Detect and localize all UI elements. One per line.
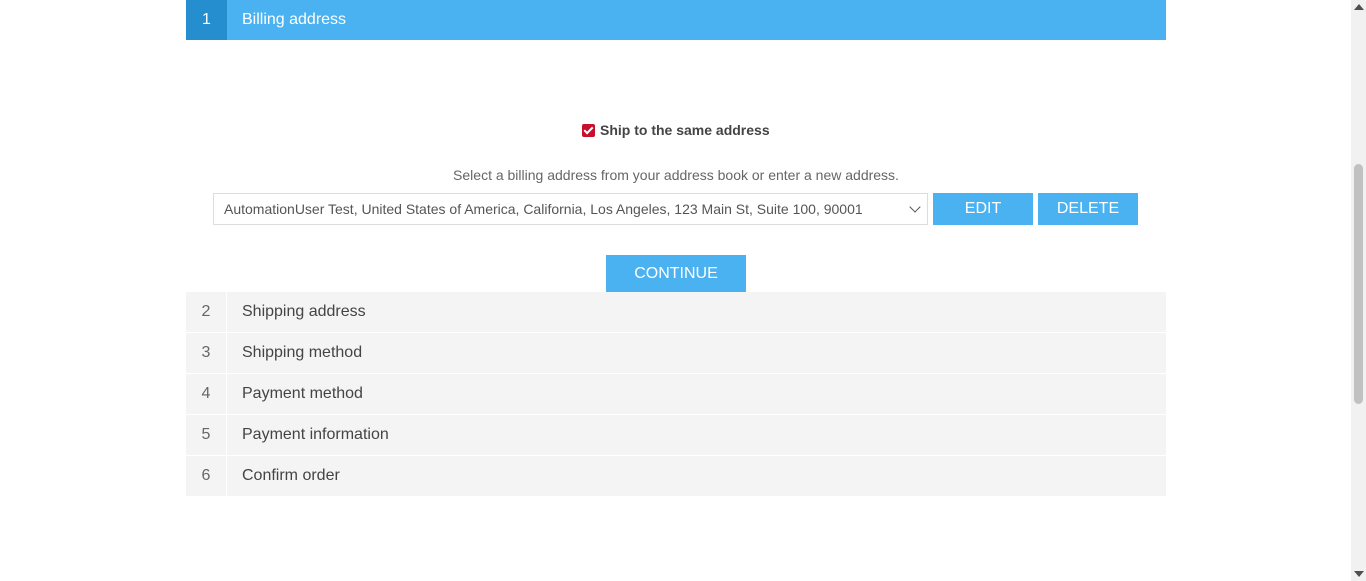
step-title: Confirm order [242, 467, 340, 484]
step-payment-method-header[interactable]: 4 Payment method [186, 374, 1166, 415]
billing-address-panel: Ship to the same address Select a billin… [186, 40, 1166, 292]
step-payment-information-header[interactable]: 5 Payment information [186, 415, 1166, 456]
step-number: 2 [186, 292, 227, 332]
scroll-down-arrow-icon[interactable] [1354, 571, 1364, 577]
step-title: Billing address [242, 11, 347, 28]
scrollbar-thumb[interactable] [1354, 164, 1363, 404]
step-title: Shipping method [242, 344, 363, 361]
edit-address-button[interactable]: EDIT [933, 193, 1033, 225]
vertical-scrollbar[interactable] [1351, 0, 1366, 581]
step-shipping-method-header[interactable]: 3 Shipping method [186, 333, 1166, 374]
scroll-up-arrow-icon[interactable] [1354, 4, 1364, 10]
step-title: Payment information [242, 426, 389, 443]
step-number: 4 [186, 374, 227, 414]
step-number: 5 [186, 415, 227, 455]
checkout-steps: 1 Billing address Ship to the same addre… [186, 0, 1166, 497]
step-number: 3 [186, 333, 227, 373]
chevron-down-icon [909, 201, 921, 213]
billing-address-select[interactable]: AutomationUser Test, United States of Am… [213, 193, 928, 225]
continue-button[interactable]: CONTINUE [606, 255, 746, 292]
step-title: Shipping address [242, 303, 366, 320]
step-confirm-order-header[interactable]: 6 Confirm order [186, 456, 1166, 497]
delete-address-button[interactable]: DELETE [1038, 193, 1138, 225]
step-number: 6 [186, 456, 227, 496]
step-shipping-address-header[interactable]: 2 Shipping address [186, 292, 1166, 333]
step-title: Payment method [242, 385, 363, 402]
ship-same-address-option[interactable]: Ship to the same address [582, 122, 770, 138]
ship-same-address-checkbox[interactable] [582, 123, 595, 137]
remaining-steps: 2 Shipping address 3 Shipping method 4 P… [186, 292, 1166, 497]
selected-address-value: AutomationUser Test, United States of Am… [224, 201, 863, 217]
step-billing-address-header[interactable]: 1 Billing address [186, 0, 1166, 40]
ship-same-address-label[interactable]: Ship to the same address [600, 122, 770, 138]
address-select-row: AutomationUser Test, United States of Am… [213, 193, 1138, 225]
step-number: 1 [186, 0, 227, 40]
select-address-hint: Select a billing address from your addre… [453, 167, 899, 183]
